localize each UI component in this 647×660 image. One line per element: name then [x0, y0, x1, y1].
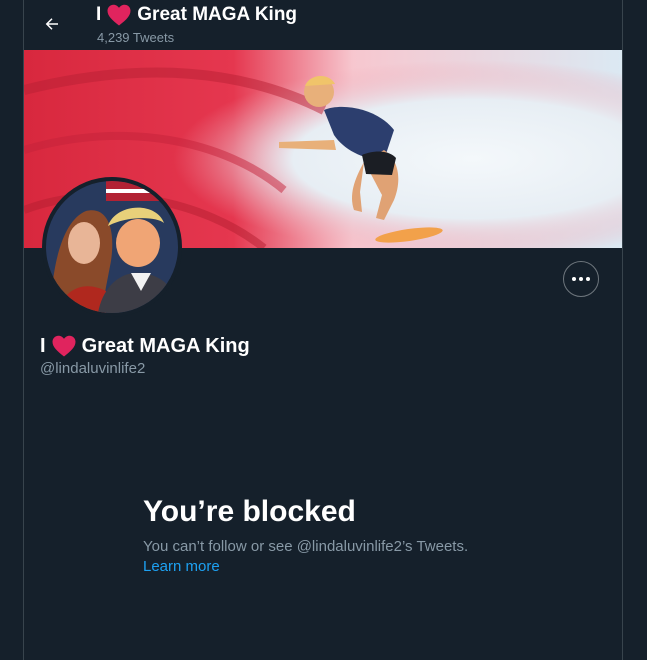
profile-header-bar: I Great MAGA King 4,239 Tweets	[24, 0, 622, 50]
back-arrow-icon	[45, 18, 58, 30]
blocked-title: You’re blocked	[143, 495, 356, 528]
display-name-suffix: Great MAGA King	[81, 335, 250, 357]
blocked-notice: You’re blocked You can’t follow or see @…	[143, 493, 563, 577]
profile-column: I Great MAGA King 4,239 Tweets I Great M…	[23, 0, 623, 660]
heart-icon	[52, 335, 76, 357]
profile-handle: @lindaluvinlife2	[40, 360, 146, 377]
header-title: I Great MAGA King	[96, 3, 297, 27]
more-options-button[interactable]	[563, 261, 599, 297]
back-button[interactable]	[36, 8, 68, 40]
profile-avatar[interactable]	[42, 177, 182, 317]
tweet-count: 4,239 Tweets	[97, 30, 175, 45]
more-horizontal-icon	[572, 277, 576, 281]
profile-display-name: I Great MAGA King	[40, 333, 250, 359]
display-name-prefix: I	[40, 335, 46, 357]
learn-more-link[interactable]: Learn more	[143, 557, 563, 577]
header-title-prefix: I	[96, 4, 102, 25]
blocked-message: You can’t follow or see @lindaluvinlife2…	[143, 538, 469, 555]
heart-icon	[107, 4, 131, 26]
header-title-suffix: Great MAGA King	[137, 4, 298, 25]
